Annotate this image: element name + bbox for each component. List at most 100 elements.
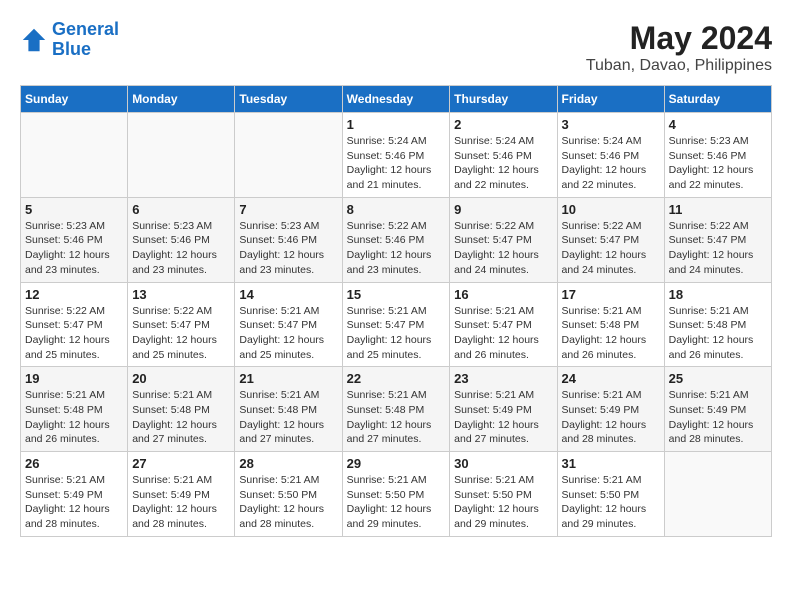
weekday-header: Wednesday: [342, 86, 450, 113]
calendar-cell: 21Sunrise: 5:21 AM Sunset: 5:48 PM Dayli…: [235, 367, 342, 452]
weekday-header-row: SundayMondayTuesdayWednesdayThursdayFrid…: [21, 86, 772, 113]
calendar-cell: 29 Sunrise: 5:21 AM Sunset: 5:50 PM Dayli…: [342, 452, 450, 537]
day-number: 26: [25, 456, 123, 471]
day-info: Sunrise: 5:22 AM Sunset: 5:46 PM Dayligh…: [347, 219, 446, 278]
day-info: Sunrise: 5:23 AM Sunset: 5:46 PM Dayligh…: [132, 219, 230, 278]
calendar-cell: 24 Sunrise: 5:21 AM Sunset: 5:49 PM Dayli…: [557, 367, 664, 452]
day-info: Sunrise: 5:22 AM Sunset: 5:47 PM Dayligh…: [25, 304, 123, 363]
day-info: Sunrise: 5:21 AM Sunset: 5:49 PM Dayligh…: [669, 388, 767, 447]
calendar-cell: [21, 113, 128, 198]
day-number: 12: [25, 287, 123, 302]
day-info: Sunrise: 5:21 AM Sunset: 5:49 PM Dayligh…: [132, 473, 230, 532]
page-header: General Blue May 2024 Tuban, Davao, Phil…: [20, 20, 772, 75]
calendar-cell: 31 Sunrise: 5:21 AM Sunset: 5:50 PM Dayli…: [557, 452, 664, 537]
calendar-week-row: 1 Sunrise: 5:24 AM Sunset: 5:46 PM Daylig…: [21, 113, 772, 198]
calendar-cell: 19 Sunrise: 5:21 AM Sunset: 5:48 PM Dayli…: [21, 367, 128, 452]
calendar-cell: 2Sunrise: 5:24 AM Sunset: 5:46 PM Daylig…: [450, 113, 557, 198]
weekday-header: Tuesday: [235, 86, 342, 113]
day-number: 14: [239, 287, 337, 302]
day-info: Sunrise: 5:21 AM Sunset: 5:48 PM Dayligh…: [239, 388, 337, 447]
day-number: 4: [669, 117, 767, 132]
day-number: 25: [669, 371, 767, 386]
day-info: Sunrise: 5:24 AM Sunset: 5:46 PM Dayligh…: [454, 134, 552, 193]
calendar-cell: 14 Sunrise: 5:21 AM Sunset: 5:47 PM Dayli…: [235, 282, 342, 367]
day-number: 22: [347, 371, 446, 386]
day-number: 27: [132, 456, 230, 471]
day-info: Sunrise: 5:21 AM Sunset: 5:48 PM Dayligh…: [25, 388, 123, 447]
day-info: Sunrise: 5:21 AM Sunset: 5:50 PM Dayligh…: [347, 473, 446, 532]
day-number: 29: [347, 456, 446, 471]
day-number: 1: [347, 117, 446, 132]
day-number: 6: [132, 202, 230, 217]
day-info: Sunrise: 5:22 AM Sunset: 5:47 PM Dayligh…: [562, 219, 660, 278]
calendar-cell: 30 Sunrise: 5:21 AM Sunset: 5:50 PM Dayli…: [450, 452, 557, 537]
day-number: 3: [562, 117, 660, 132]
day-info: Sunrise: 5:23 AM Sunset: 5:46 PM Dayligh…: [669, 134, 767, 193]
calendar-cell: 16 Sunrise: 5:21 AM Sunset: 5:47 PM Dayli…: [450, 282, 557, 367]
weekday-header: Thursday: [450, 86, 557, 113]
day-number: 16: [454, 287, 552, 302]
day-info: Sunrise: 5:21 AM Sunset: 5:50 PM Dayligh…: [454, 473, 552, 532]
day-number: 31: [562, 456, 660, 471]
day-info: Sunrise: 5:24 AM Sunset: 5:46 PM Dayligh…: [347, 134, 446, 193]
day-number: 18: [669, 287, 767, 302]
calendar-cell: 6 Sunrise: 5:23 AM Sunset: 5:46 PM Daylig…: [128, 197, 235, 282]
day-info: Sunrise: 5:23 AM Sunset: 5:46 PM Dayligh…: [239, 219, 337, 278]
day-number: 13: [132, 287, 230, 302]
calendar-cell: 5Sunrise: 5:23 AM Sunset: 5:46 PM Daylig…: [21, 197, 128, 282]
day-info: Sunrise: 5:21 AM Sunset: 5:50 PM Dayligh…: [562, 473, 660, 532]
calendar-week-row: 5 Sunrise: 5:23 AM Sunset: 5:46 PM Daylig…: [21, 197, 772, 282]
day-info: Sunrise: 5:21 AM Sunset: 5:48 PM Dayligh…: [132, 388, 230, 447]
weekday-header: Friday: [557, 86, 664, 113]
day-info: Sunrise: 5:21 AM Sunset: 5:47 PM Dayligh…: [454, 304, 552, 363]
logo-text: General Blue: [52, 20, 119, 60]
day-info: Sunrise: 5:21 AM Sunset: 5:50 PM Dayligh…: [239, 473, 337, 532]
day-info: Sunrise: 5:21 AM Sunset: 5:48 PM Dayligh…: [347, 388, 446, 447]
day-info: Sunrise: 5:21 AM Sunset: 5:49 PM Dayligh…: [25, 473, 123, 532]
calendar-cell: 15 Sunrise: 5:21 AM Sunset: 5:47 PM Dayli…: [342, 282, 450, 367]
calendar-cell: 18 Sunrise: 5:21 AM Sunset: 5:48 PM Dayli…: [664, 282, 771, 367]
title-block: May 2024 Tuban, Davao, Philippines: [586, 20, 772, 75]
calendar-cell: 12 Sunrise: 5:22 AM Sunset: 5:47 PM Dayli…: [21, 282, 128, 367]
calendar-body: 1 Sunrise: 5:24 AM Sunset: 5:46 PM Daylig…: [21, 113, 772, 537]
calendar-cell: 23Sunrise: 5:21 AM Sunset: 5:49 PM Dayli…: [450, 367, 557, 452]
day-number: 17: [562, 287, 660, 302]
weekday-header: Monday: [128, 86, 235, 113]
day-info: Sunrise: 5:21 AM Sunset: 5:48 PM Dayligh…: [669, 304, 767, 363]
day-info: Sunrise: 5:21 AM Sunset: 5:47 PM Dayligh…: [347, 304, 446, 363]
weekday-header: Sunday: [21, 86, 128, 113]
calendar-cell: 8 Sunrise: 5:22 AM Sunset: 5:46 PM Daylig…: [342, 197, 450, 282]
calendar-cell: 11 Sunrise: 5:22 AM Sunset: 5:47 PM Dayli…: [664, 197, 771, 282]
day-info: Sunrise: 5:22 AM Sunset: 5:47 PM Dayligh…: [669, 219, 767, 278]
calendar-cell: 13Sunrise: 5:22 AM Sunset: 5:47 PM Dayli…: [128, 282, 235, 367]
calendar-cell: 3Sunrise: 5:24 AM Sunset: 5:46 PM Daylig…: [557, 113, 664, 198]
day-number: 15: [347, 287, 446, 302]
day-number: 28: [239, 456, 337, 471]
calendar-cell: 20 Sunrise: 5:21 AM Sunset: 5:48 PM Dayli…: [128, 367, 235, 452]
calendar-cell: 25 Sunrise: 5:21 AM Sunset: 5:49 PM Dayli…: [664, 367, 771, 452]
day-number: 11: [669, 202, 767, 217]
day-number: 30: [454, 456, 552, 471]
calendar-cell: [664, 452, 771, 537]
calendar-cell: 10Sunrise: 5:22 AM Sunset: 5:47 PM Dayli…: [557, 197, 664, 282]
calendar-cell: 4 Sunrise: 5:23 AM Sunset: 5:46 PM Daylig…: [664, 113, 771, 198]
calendar-cell: [128, 113, 235, 198]
day-number: 19: [25, 371, 123, 386]
day-info: Sunrise: 5:22 AM Sunset: 5:47 PM Dayligh…: [454, 219, 552, 278]
calendar-cell: 9 Sunrise: 5:22 AM Sunset: 5:47 PM Daylig…: [450, 197, 557, 282]
calendar-week-row: 19 Sunrise: 5:21 AM Sunset: 5:48 PM Dayli…: [21, 367, 772, 452]
day-number: 5: [25, 202, 123, 217]
calendar-cell: 26 Sunrise: 5:21 AM Sunset: 5:49 PM Dayli…: [21, 452, 128, 537]
calendar-subtitle: Tuban, Davao, Philippines: [586, 57, 772, 75]
day-number: 20: [132, 371, 230, 386]
calendar-cell: [235, 113, 342, 198]
calendar-cell: 22 Sunrise: 5:21 AM Sunset: 5:48 PM Dayli…: [342, 367, 450, 452]
weekday-header: Saturday: [664, 86, 771, 113]
day-number: 9: [454, 202, 552, 217]
logo-icon: [20, 26, 48, 54]
day-number: 7: [239, 202, 337, 217]
day-number: 24: [562, 371, 660, 386]
day-number: 8: [347, 202, 446, 217]
day-info: Sunrise: 5:21 AM Sunset: 5:47 PM Dayligh…: [239, 304, 337, 363]
day-info: Sunrise: 5:21 AM Sunset: 5:49 PM Dayligh…: [562, 388, 660, 447]
